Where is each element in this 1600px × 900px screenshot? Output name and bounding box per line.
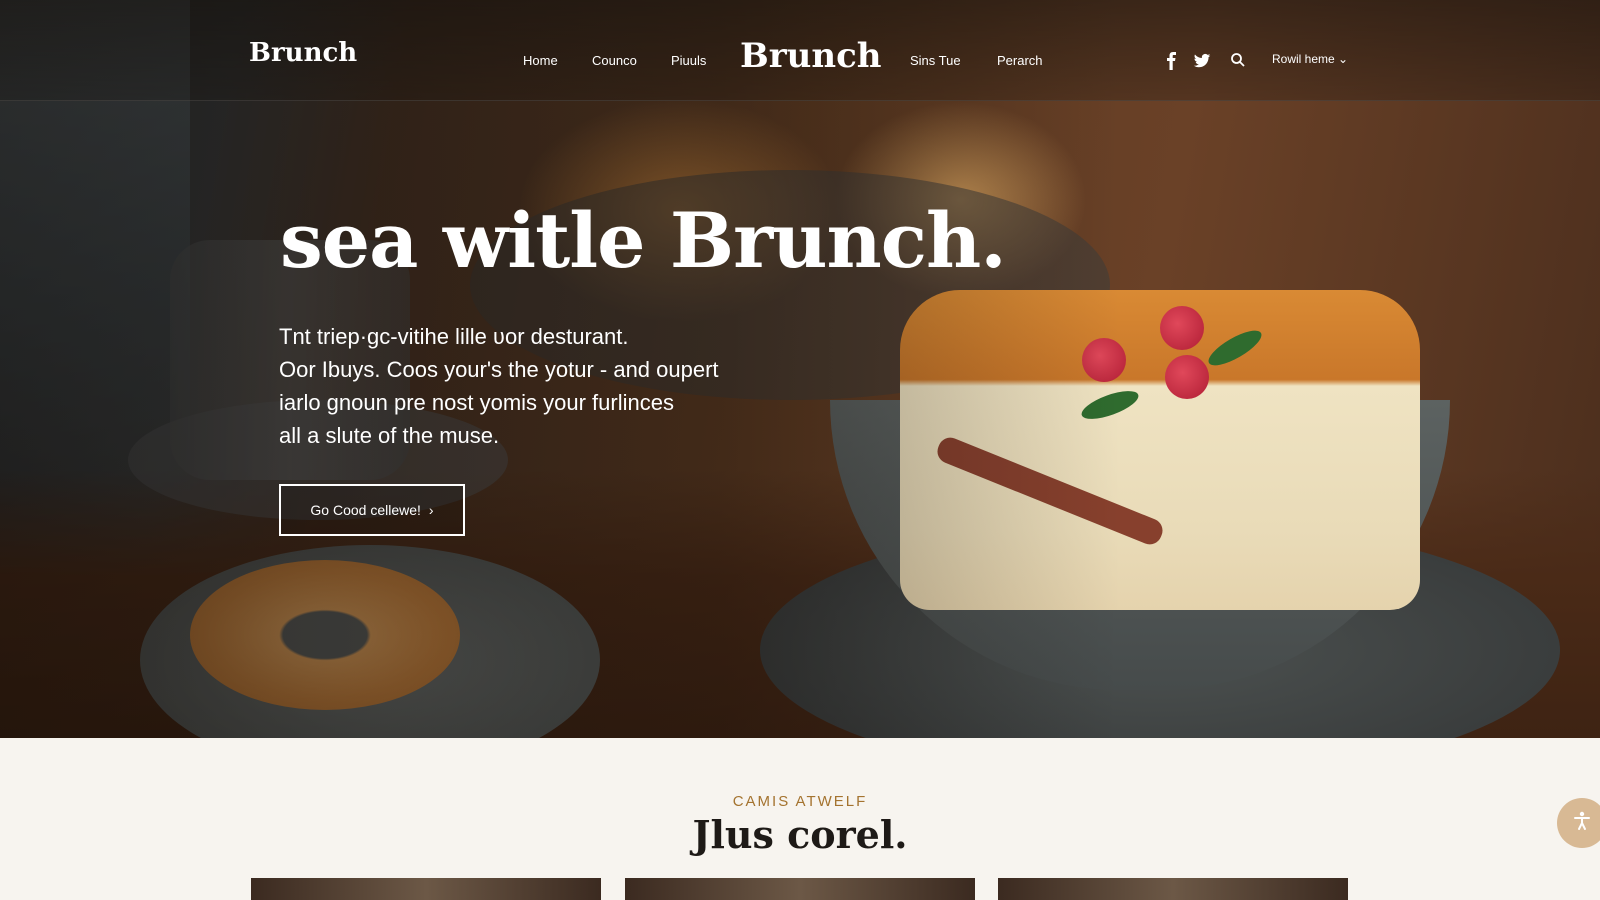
- search-icon[interactable]: [1230, 52, 1248, 70]
- nav-link-home[interactable]: Home: [523, 53, 558, 68]
- arrow-right-icon: ›: [428, 502, 434, 518]
- hero-subtext: Tnt triep·gc-vitihe lille ʋor desturant.…: [279, 320, 839, 452]
- top-navbar: Brunch Home Counco Piuuls Brunch Sins Tu…: [0, 0, 1600, 101]
- nav-link-piuuls[interactable]: Piuuls: [671, 53, 706, 68]
- gallery-card[interactable]: [251, 878, 601, 900]
- account-menu[interactable]: Rowil heme ⌄: [1272, 52, 1348, 66]
- account-label: Rowil heme: [1272, 52, 1335, 66]
- facebook-icon[interactable]: [1163, 52, 1181, 70]
- nav-link-counco[interactable]: Counco: [592, 53, 637, 68]
- brand-logo[interactable]: Brunch: [249, 38, 357, 68]
- nav-link-sins-tue[interactable]: Sins Tue: [910, 53, 961, 68]
- chevron-down-icon: ⌄: [1338, 52, 1349, 66]
- hero-headline: sea witle Brunch.: [280, 196, 1007, 285]
- center-brand-logo[interactable]: Brunch: [740, 36, 882, 76]
- section-title: Jlus corel.: [692, 812, 908, 857]
- accessibility-button[interactable]: [1557, 798, 1600, 848]
- section-kicker: CAMIS ATWELF: [732, 793, 868, 810]
- hero-subtext-line: all a slute of the muse.: [279, 423, 500, 448]
- hero-subtext-line: Oor Ibuys. Coos your's the yotur - and o…: [279, 357, 719, 382]
- hero-subtext-line: Tnt triep·gc-vitihe lille ʋor desturant.: [279, 324, 629, 349]
- nav-link-perarch[interactable]: Perarch: [997, 53, 1043, 68]
- gallery-card[interactable]: [998, 878, 1348, 900]
- cta-label: Go Cood cellewe!: [310, 502, 421, 518]
- gallery-card[interactable]: [625, 878, 975, 900]
- twitter-icon[interactable]: [1193, 52, 1211, 70]
- hero-cta-button[interactable]: Go Cood cellewe! ›: [279, 484, 465, 536]
- accessibility-icon: [1571, 810, 1593, 837]
- hero-subtext-line: iarlo gnoun pre nost yomis your furlince…: [279, 390, 674, 415]
